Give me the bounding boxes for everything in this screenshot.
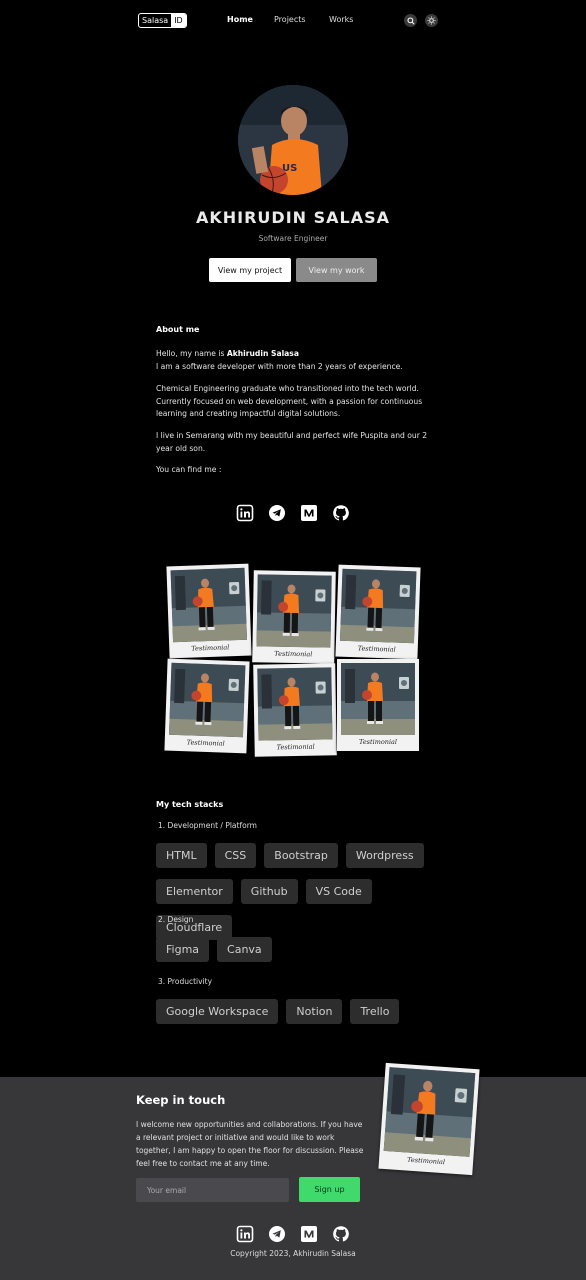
tech-chip: Google Workspace: [156, 999, 279, 1024]
tech-chip: Bootstrap: [264, 843, 338, 868]
tech-chip-list: HTML CSS Bootstrap Wordpress Elementor Github…: [156, 843, 446, 940]
github-link[interactable]: [332, 504, 350, 522]
search-button[interactable]: [404, 14, 417, 27]
testimonial-photo: [341, 663, 415, 735]
testimonial-polaroid: Testimonial: [253, 663, 337, 757]
linkedin-link[interactable]: [236, 504, 254, 522]
github-icon: [333, 505, 349, 521]
medium-icon: [301, 1226, 317, 1242]
about-family: I live in Semarang with my beautiful and…: [156, 431, 428, 453]
tech-category-label: 1. Development / Platform: [158, 821, 257, 830]
testimonial-polaroid: Testimonial: [164, 658, 250, 754]
footer-linkedin-link[interactable]: [236, 1225, 254, 1243]
testimonial-polaroid: Testimonial: [335, 564, 421, 660]
avatar: US: [238, 85, 348, 195]
tech-chip: VS Code: [305, 879, 372, 904]
footer-medium-link[interactable]: [300, 1225, 318, 1243]
linkedin-icon: [236, 504, 254, 522]
tech-section: My tech stacks: [156, 800, 446, 809]
nav-works-link[interactable]: Works: [329, 15, 353, 24]
tech-chip: Figma: [156, 937, 210, 962]
search-icon: [406, 16, 415, 25]
tech-category-label: 3. Productivity: [158, 977, 213, 986]
logo-text: Salasa: [142, 16, 169, 25]
footer: Keep in touch I welcome new opportunitie…: [0, 1077, 586, 1280]
profile-photo: US: [238, 85, 348, 195]
polaroid-caption: Testimonial: [186, 738, 225, 748]
theme-toggle-button[interactable]: [425, 14, 438, 27]
about-find-me: You can find me :: [156, 465, 222, 475]
polaroid-caption: Testimonial: [357, 644, 396, 654]
about-section: About me Hello, my name is Akhirudin Sal…: [156, 324, 436, 484]
signup-button[interactable]: Sign up: [299, 1177, 360, 1202]
email-input[interactable]: [136, 1178, 289, 1202]
about-background: Chemical Engineering graduate who transi…: [156, 384, 423, 419]
tech-category-label: 2. Design: [158, 915, 194, 924]
tech-chip: CSS: [214, 843, 257, 868]
polaroid-caption: Testimonial: [274, 649, 313, 659]
about-heading: About me: [156, 325, 200, 334]
testimonial-photo: [257, 667, 333, 741]
footer-title: Keep in touch: [136, 1093, 226, 1107]
tech-chip: Github: [240, 879, 298, 904]
logo-id: ID: [171, 14, 186, 27]
tech-chip-list: Figma Canva: [156, 937, 446, 962]
about-intro: Hello, my name is Akhirudin Salasa I am a…: [156, 349, 403, 371]
polaroid-caption: Testimonial: [191, 643, 230, 653]
testimonial-photo: [168, 662, 246, 738]
footer-github-link[interactable]: [332, 1225, 350, 1243]
testimonial-polaroid: Testimonial: [337, 659, 419, 751]
footer-socials: [0, 1225, 586, 1243]
polaroid-caption: Testimonial: [358, 738, 397, 746]
telegram-icon: [269, 1226, 285, 1242]
linkedin-icon: [236, 1225, 254, 1243]
telegram-link[interactable]: [268, 504, 286, 522]
footer-telegram-link[interactable]: [268, 1225, 286, 1243]
copyright: Copyright 2023, Akhirudin Salasa: [230, 1249, 356, 1258]
testimonial-photo: [170, 567, 248, 643]
tech-chip: Canva: [217, 937, 272, 962]
site-logo[interactable]: Salasa ID: [138, 13, 187, 28]
nav-home-link[interactable]: Home: [227, 15, 253, 24]
footer-text: I welcome new opportunities and collabor…: [136, 1120, 364, 1168]
testimonial-polaroid: Testimonial: [252, 570, 336, 664]
tech-chip: Notion: [286, 999, 343, 1024]
top-nav: Salasa ID Home Projects Works: [0, 0, 586, 40]
tech-chip: Elementor: [156, 879, 233, 904]
nav-projects-link[interactable]: Projects: [274, 15, 306, 24]
polaroid-caption: Testimonial: [276, 742, 315, 752]
view-work-button[interactable]: View my work: [296, 258, 377, 282]
tech-heading: My tech stacks: [156, 800, 224, 809]
testimonial-polaroid: Testimonial: [166, 563, 252, 659]
testimonial-polaroid: Testimonial: [378, 1062, 480, 1176]
sun-icon: [427, 16, 436, 25]
telegram-icon: [269, 505, 285, 521]
tech-chip: Wordpress: [345, 843, 424, 868]
medium-icon: [301, 505, 317, 521]
hero-role: Software Engineer: [258, 234, 328, 243]
testimonial-photo: [383, 1067, 476, 1157]
tech-chip: Trello: [350, 999, 400, 1024]
medium-link[interactable]: [300, 504, 318, 522]
view-project-button[interactable]: View my project: [209, 258, 291, 282]
testimonial-photo: [256, 574, 332, 648]
tech-chip-list: Google Workspace Notion Trello: [156, 999, 446, 1024]
github-icon: [333, 1226, 349, 1242]
testimonial-photo: [339, 568, 417, 644]
about-socials: [0, 504, 586, 522]
tech-chip: HTML: [156, 843, 207, 868]
hero-name: AKHIRUDIN SALASA: [195, 208, 391, 227]
